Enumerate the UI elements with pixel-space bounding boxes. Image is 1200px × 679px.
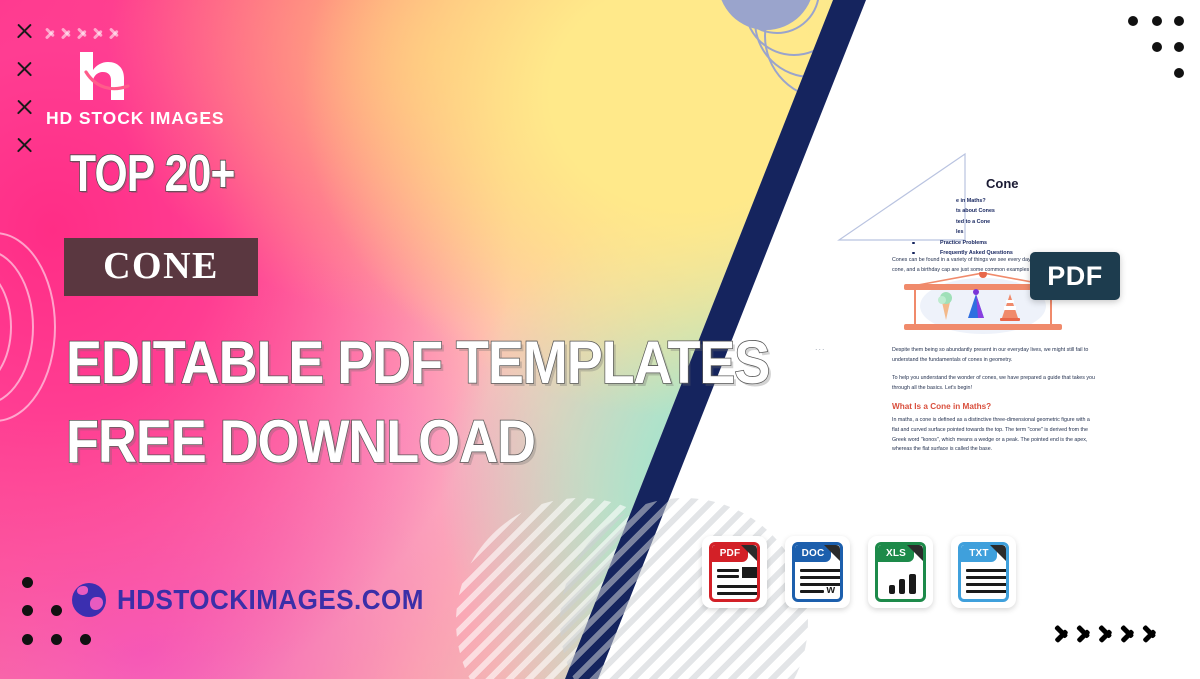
eyebrow-text: TOP 20+: [69, 145, 236, 203]
website-url-group[interactable]: HDSTOCKIMAGES.COM: [72, 583, 447, 617]
chevron-right-icon: [1120, 620, 1137, 645]
xls-sheet: XLS: [875, 542, 926, 602]
pdf-sheet: PDF: [709, 542, 760, 602]
poster-canvas: HD STOCK IMAGES TOP 20+ CONE EDITABLE PD…: [0, 0, 1200, 679]
brand-name: HD STOCK IMAGES: [46, 108, 225, 128]
document-title: Cone: [986, 176, 1019, 191]
document-paragraph-2: Despite them being so abundantly present…: [892, 347, 1089, 363]
toc-item: ted to a Cone: [956, 218, 991, 225]
chevron-right-icon: [76, 24, 89, 41]
pdf-badge-label: PDF: [1047, 260, 1103, 291]
dot: [1174, 42, 1184, 52]
doc-file-label: DOC: [795, 545, 831, 562]
txt-file-label: TXT: [961, 545, 997, 562]
txt-sheet: TXT: [958, 542, 1009, 602]
dot: [1152, 42, 1162, 52]
dot: [1152, 16, 1162, 26]
xls-file-icon[interactable]: XLS: [868, 536, 933, 608]
document-preview[interactable]: Cone e in Maths? ts about Cones ted to a…: [815, 148, 1124, 458]
keyword-badge: CONE: [64, 238, 258, 296]
document-paragraph-3: To help you understand the wonder of con…: [892, 375, 1095, 391]
toc-item: e in Maths?: [956, 198, 986, 204]
x-marks-column: [15, 22, 41, 174]
pdf-badge: PDF: [1030, 252, 1120, 300]
dot: [22, 605, 33, 616]
word-w-mark: w: [826, 584, 835, 596]
txt-file-icon[interactable]: TXT: [951, 536, 1016, 608]
pdf-file-icon[interactable]: PDF: [702, 536, 767, 608]
x-icon: [15, 22, 34, 41]
brand-logo: HD STOCK IMAGES: [46, 50, 306, 129]
x-icon: [15, 60, 34, 79]
triangle-dot-pattern: [1128, 16, 1188, 82]
chevron-right-icon: [1054, 620, 1071, 645]
x-icon: [15, 98, 34, 117]
doc-sheet: DOC w: [792, 542, 843, 602]
chevron-right-icon: [1098, 620, 1115, 645]
dot: [1174, 16, 1184, 26]
chevron-right-icon: [60, 24, 73, 41]
document-paragraph-4: In maths, a cone is defined as a distinc…: [892, 417, 1090, 453]
toc-item: ts about Cones: [956, 208, 995, 215]
headline-line-2: FREE DOWNLOAD: [65, 408, 536, 475]
file-type-icon-row: PDF DOC w XLS TXT: [702, 536, 1016, 608]
document-heading-2: What Is a Cone in Maths?: [892, 402, 992, 411]
dot: [1174, 68, 1184, 78]
dot: [80, 634, 91, 645]
dot: [22, 634, 33, 645]
chevron-row-decor: [44, 24, 121, 41]
chevron-right-icon: [108, 24, 121, 41]
dot: [1128, 16, 1138, 26]
headline-line-1: EDITABLE PDF TEMPLATES: [65, 329, 771, 396]
website-url: HDSTOCKIMAGES.COM: [117, 584, 424, 615]
document-toc: e in Maths? ts about Cones ted to a Cone…: [894, 196, 1080, 258]
chevron-right-icon: [1076, 620, 1093, 645]
pdf-file-label: PDF: [712, 545, 748, 562]
chevron-right-icon: [92, 24, 105, 41]
chevron-right-icon: [44, 24, 57, 41]
dot: [22, 577, 33, 588]
toc-item: les: [956, 229, 964, 236]
dot: [51, 634, 62, 645]
chevron-row-bottom-right: [1054, 620, 1159, 645]
xls-file-label: XLS: [878, 545, 914, 562]
toc-item: Practice Problems: [894, 238, 1080, 248]
concentric-arcs-decor: [0, 232, 64, 422]
globe-icon: [72, 583, 106, 617]
x-icon: [15, 136, 34, 155]
document-ellipsis: ...: [815, 342, 826, 352]
keyword-text: CONE: [103, 245, 219, 287]
doc-file-icon[interactable]: DOC w: [785, 536, 850, 608]
chevron-right-icon: [1142, 620, 1159, 645]
h-monogram-icon: [76, 50, 138, 102]
dot: [51, 605, 62, 616]
